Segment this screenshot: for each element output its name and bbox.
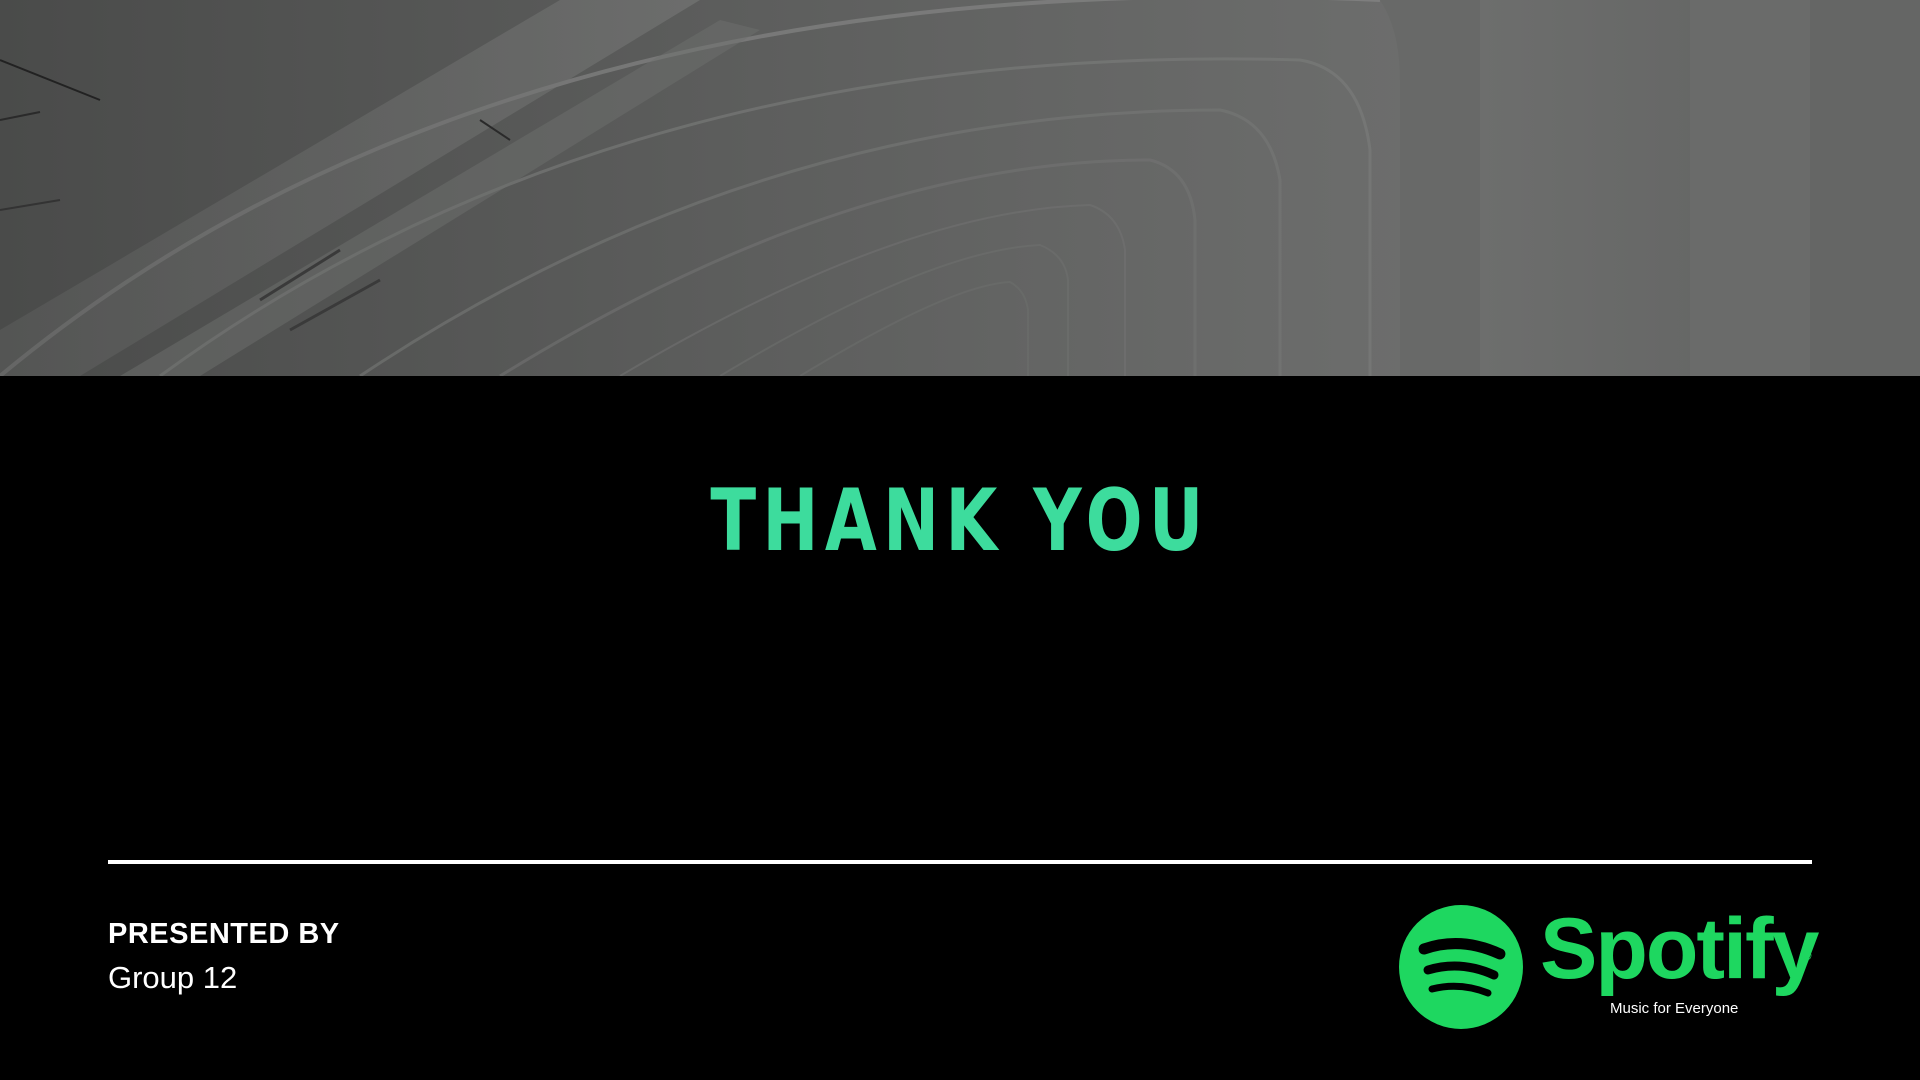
spotify-wordmark: Spotify	[1540, 901, 1819, 997]
architecture-photo	[0, 0, 1920, 376]
presenter-name: Group 12	[108, 960, 238, 995]
spotify-logo: Spotify ® Music for Everyone	[1398, 901, 1819, 1030]
registered-mark: ®	[1802, 948, 1812, 963]
spotify-icon	[1399, 905, 1523, 1029]
presented-by-label: PRESENTED BY	[108, 918, 340, 950]
architecture-photo-art	[0, 0, 1920, 376]
divider	[108, 860, 1812, 864]
slide: THANK YOU PRESENTED BY Group 12 Spotify …	[0, 0, 1920, 1080]
thank-you-title: THANK YOU	[710, 471, 1210, 571]
spotify-tagline: Music for Everyone	[1610, 1000, 1739, 1017]
